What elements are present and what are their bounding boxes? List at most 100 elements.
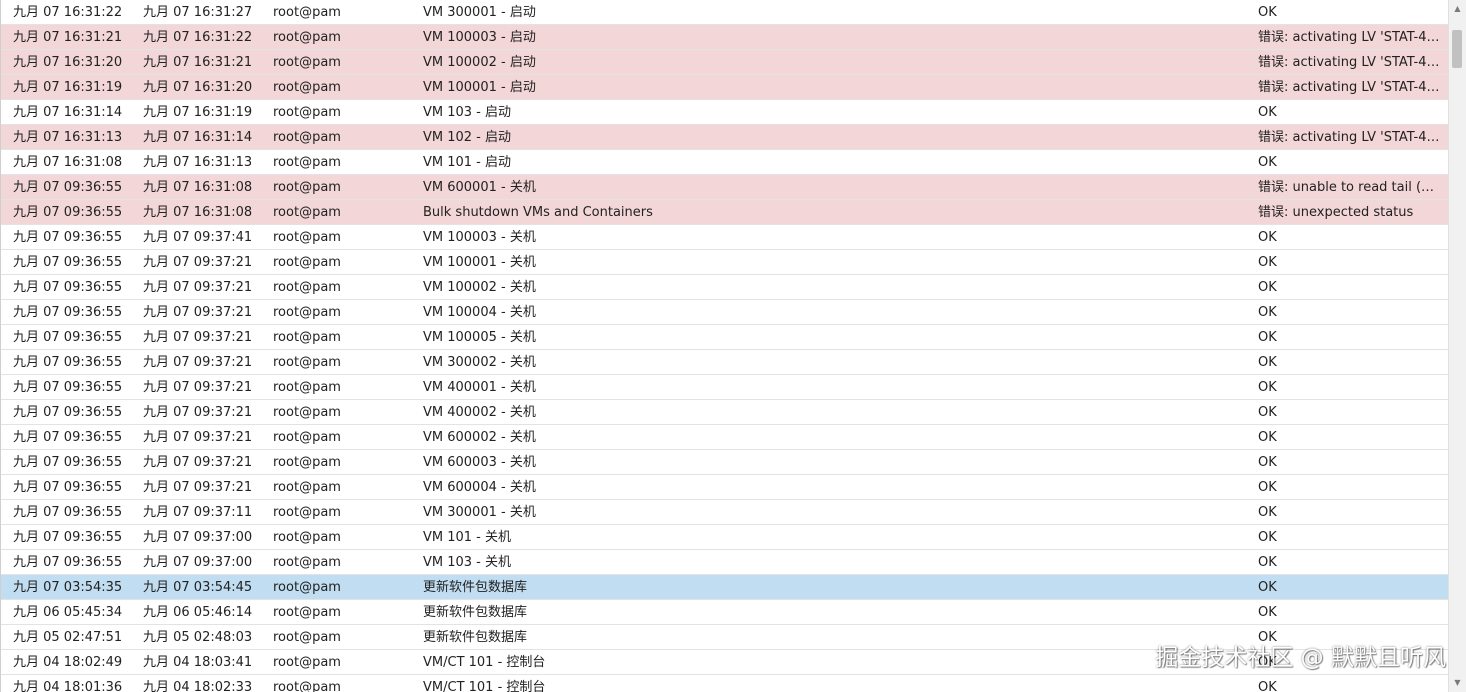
table-row[interactable]: 九月 07 09:36:55 九月 07 09:37:00 root@pam VM 1…	[1, 550, 1448, 575]
task-start-time: 九月 06 05:45:34	[13, 605, 123, 620]
task-end-time: 九月 06 05:46:14	[143, 605, 253, 620]
task-end-time: 九月 07 09:37:00	[143, 555, 253, 570]
table-row[interactable]: 九月 07 16:31:13 九月 07 16:31:14 root@pam VM 1…	[1, 125, 1448, 150]
table-row[interactable]: 九月 07 09:36:55 九月 07 09:37:21 root@pam VM 1…	[1, 250, 1448, 275]
watermark: 掘金技术社区 @ 默默且听风	[1155, 645, 1446, 671]
task-status: OK	[1258, 555, 1277, 570]
task-end-time: 九月 07 09:37:21	[143, 280, 253, 295]
task-description: VM 103 - 启动	[423, 105, 512, 120]
task-description: VM 101 - 启动	[423, 155, 512, 170]
task-end-time: 九月 07 09:37:21	[143, 355, 253, 370]
task-status: 错误: unable to read tail (got 0 bytes)	[1258, 180, 1440, 195]
task-end-time: 九月 07 16:31:13	[143, 155, 253, 170]
task-status: 错误: activating LV 'STAT-4/vm-102-disk-0'…	[1258, 130, 1440, 145]
task-description: VM 300002 - 关机	[423, 355, 536, 370]
task-start-time: 九月 04 18:01:36	[13, 680, 123, 692]
table-row[interactable]: 九月 07 09:36:55 九月 07 09:37:21 root@pam VM 6…	[1, 450, 1448, 475]
task-status: 错误: activating LV 'STAT-4/vm-100003-disk…	[1258, 30, 1440, 45]
table-row[interactable]: 九月 07 09:36:55 九月 07 09:37:41 root@pam VM 1…	[1, 225, 1448, 250]
task-status: OK	[1258, 280, 1277, 295]
task-status: OK	[1258, 105, 1277, 120]
task-status: OK	[1258, 455, 1277, 470]
task-description: VM 100001 - 关机	[423, 255, 536, 270]
table-row[interactable]: 九月 07 09:36:55 九月 07 16:31:08 root@pam Bulk…	[1, 200, 1448, 225]
task-end-time: 九月 04 18:02:33	[143, 680, 253, 692]
task-description: VM 100004 - 关机	[423, 305, 536, 320]
table-row[interactable]: 九月 07 09:36:55 九月 07 09:37:21 root@pam VM 4…	[1, 400, 1448, 425]
task-user: root@pam	[273, 455, 341, 470]
table-row[interactable]: 九月 07 09:36:55 九月 07 09:37:00 root@pam VM 1…	[1, 525, 1448, 550]
task-status: OK	[1258, 430, 1277, 445]
task-description: VM 100003 - 关机	[423, 230, 536, 245]
task-end-time: 九月 07 09:37:21	[143, 380, 253, 395]
table-row[interactable]: 九月 07 09:36:55 九月 07 09:37:21 root@pam VM 6…	[1, 475, 1448, 500]
task-user: root@pam	[273, 5, 341, 20]
task-end-time: 九月 07 16:31:21	[143, 55, 253, 70]
table-row[interactable]: 九月 04 18:01:36 九月 04 18:02:33 root@pam VM/C…	[1, 675, 1448, 692]
task-end-time: 九月 07 16:31:22	[143, 30, 253, 45]
scroll-down-icon[interactable]: ▼	[1449, 676, 1466, 690]
task-status: OK	[1258, 405, 1277, 420]
task-start-time: 九月 04 18:02:49	[13, 655, 123, 670]
task-end-time: 九月 07 09:37:41	[143, 230, 253, 245]
task-end-time: 九月 05 02:48:03	[143, 630, 253, 645]
task-start-time: 九月 07 09:36:55	[13, 380, 123, 395]
task-status: OK	[1258, 580, 1277, 595]
task-description: VM 103 - 关机	[423, 555, 512, 570]
table-row[interactable]: 九月 07 16:31:21 九月 07 16:31:22 root@pam VM 1…	[1, 25, 1448, 50]
task-end-time: 九月 07 16:31:08	[143, 205, 253, 220]
table-row[interactable]: 九月 07 16:31:14 九月 07 16:31:19 root@pam VM 1…	[1, 100, 1448, 125]
task-description: VM/CT 101 - 控制台	[423, 655, 546, 670]
task-start-time: 九月 07 09:36:55	[13, 430, 123, 445]
vertical-scrollbar[interactable]: ▲ ▼	[1448, 0, 1466, 692]
task-status: OK	[1258, 680, 1277, 692]
task-description: VM 102 - 启动	[423, 130, 512, 145]
task-status: OK	[1258, 480, 1277, 495]
task-start-time: 九月 07 16:31:22	[13, 5, 123, 20]
task-status: OK	[1258, 5, 1277, 20]
task-start-time: 九月 07 09:36:55	[13, 205, 123, 220]
task-description: VM 100003 - 启动	[423, 30, 536, 45]
task-user: root@pam	[273, 380, 341, 395]
table-row[interactable]: 九月 07 09:36:55 九月 07 09:37:21 root@pam VM 1…	[1, 275, 1448, 300]
task-description: VM 300001 - 关机	[423, 505, 536, 520]
table-row[interactable]: 九月 07 09:36:55 九月 07 09:37:11 root@pam VM 3…	[1, 500, 1448, 525]
table-row[interactable]: 九月 06 05:45:34 九月 06 05:46:14 root@pam 更新软件…	[1, 600, 1448, 625]
table-row[interactable]: 九月 07 09:36:55 九月 07 09:37:21 root@pam VM 1…	[1, 300, 1448, 325]
scroll-up-icon[interactable]: ▲	[1449, 2, 1466, 16]
table-row[interactable]: 九月 07 16:31:19 九月 07 16:31:20 root@pam VM 1…	[1, 75, 1448, 100]
task-start-time: 九月 07 16:31:21	[13, 30, 123, 45]
task-description: VM 101 - 关机	[423, 530, 512, 545]
task-user: root@pam	[273, 305, 341, 320]
table-row[interactable]: 九月 07 16:31:22 九月 07 16:31:27 root@pam VM 3…	[1, 0, 1448, 25]
task-user: root@pam	[273, 255, 341, 270]
task-status: 错误: unexpected status	[1258, 205, 1414, 220]
table-row[interactable]: 九月 07 09:36:55 九月 07 09:37:21 root@pam VM 4…	[1, 375, 1448, 400]
task-description: VM 400001 - 关机	[423, 380, 536, 395]
task-user: root@pam	[273, 130, 341, 145]
task-description: 更新软件包数据库	[423, 580, 528, 595]
task-description: 更新软件包数据库	[423, 630, 528, 645]
task-start-time: 九月 07 16:31:19	[13, 80, 123, 95]
table-row[interactable]: 九月 07 09:36:55 九月 07 09:37:21 root@pam VM 1…	[1, 325, 1448, 350]
task-start-time: 九月 07 09:36:55	[13, 180, 123, 195]
task-user: root@pam	[273, 655, 341, 670]
task-user: root@pam	[273, 580, 341, 595]
table-row[interactable]: 九月 07 09:36:55 九月 07 16:31:08 root@pam VM 6…	[1, 175, 1448, 200]
table-row[interactable]: 九月 07 09:36:55 九月 07 09:37:21 root@pam VM 6…	[1, 425, 1448, 450]
task-end-time: 九月 07 16:31:08	[143, 180, 253, 195]
table-row[interactable]: 九月 07 03:54:35 九月 07 03:54:45 root@pam 更新软件…	[1, 575, 1448, 600]
task-end-time: 九月 07 09:37:21	[143, 480, 253, 495]
table-row[interactable]: 九月 07 09:36:55 九月 07 09:37:21 root@pam VM 3…	[1, 350, 1448, 375]
table-row[interactable]: 九月 07 16:31:20 九月 07 16:31:21 root@pam VM 1…	[1, 50, 1448, 75]
task-start-time: 九月 07 09:36:55	[13, 280, 123, 295]
table-row[interactable]: 九月 07 16:31:08 九月 07 16:31:13 root@pam VM 1…	[1, 150, 1448, 175]
task-status: OK	[1258, 230, 1277, 245]
task-description: VM 300001 - 启动	[423, 5, 536, 20]
task-user: root@pam	[273, 480, 341, 495]
task-start-time: 九月 07 09:36:55	[13, 405, 123, 420]
task-start-time: 九月 07 16:31:20	[13, 55, 123, 70]
task-start-time: 九月 05 02:47:51	[13, 630, 123, 645]
task-description: VM/CT 101 - 控制台	[423, 680, 546, 692]
scrollbar-thumb[interactable]	[1452, 30, 1462, 68]
